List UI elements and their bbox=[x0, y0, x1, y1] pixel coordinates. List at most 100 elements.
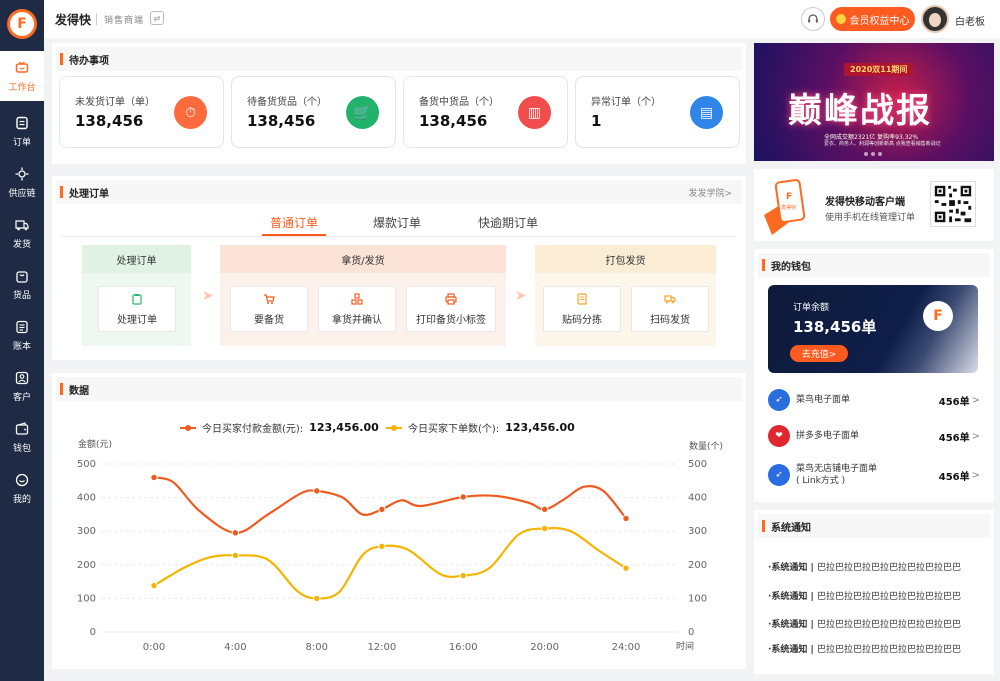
notice-item[interactable]: ·系统通知 | 巴拉巴拉巴拉巴拉巴拉巴拉巴拉巴巴 bbox=[768, 560, 961, 573]
step-label-sort[interactable]: 贴码分拣 bbox=[543, 286, 621, 332]
mobile-client-card[interactable]: F 发得快 发得快移动客户端 使用手机在线管理订单 bbox=[754, 169, 994, 241]
coin-icon bbox=[835, 14, 846, 24]
sidebar-item-label: 供应链 bbox=[8, 188, 36, 199]
data-point bbox=[313, 594, 321, 603]
chevron-right-icon: > bbox=[971, 430, 980, 442]
todo-card-label: 异常订单（个） bbox=[591, 97, 661, 108]
ledger-icon bbox=[14, 319, 30, 335]
help-academy-link[interactable]: 发发学院> bbox=[688, 186, 732, 199]
banner-dot[interactable] bbox=[871, 152, 875, 156]
todo-card-to-stock[interactable]: 待备货货品（个） 138,456 🛒 bbox=[231, 76, 396, 148]
switch-icon[interactable]: ⇄ bbox=[150, 11, 164, 25]
notice-item[interactable]: ·系统通知 | 巴拉巴拉巴拉巴拉巴拉巴拉巴拉巴巴 bbox=[768, 617, 961, 630]
qr-code-icon[interactable] bbox=[930, 181, 976, 227]
notice-title-bar: 系统通知 bbox=[758, 514, 990, 538]
notice-item[interactable]: ·系统通知 | 巴拉巴拉巴拉巴拉巴拉巴拉巴拉巴巴 bbox=[768, 642, 961, 655]
waybill-row-cainiao-link[interactable]: ➶ 菜鸟无店铺电子面单 ( Link方式 ) 456单 > bbox=[768, 460, 980, 490]
waybill-count: 456单 bbox=[938, 396, 970, 408]
x-tick-label: 16:00 bbox=[449, 642, 478, 653]
banner-top-label: 2020双11期间 bbox=[844, 63, 914, 76]
mobile-title: 发得快移动客户端 bbox=[825, 197, 905, 208]
title-accent bbox=[762, 259, 765, 271]
avatar-face bbox=[929, 13, 941, 27]
promo-banner[interactable]: 2020双11期间 巅峰战报 全网成交额2321亿 复购率93.32% 爱衣、商… bbox=[754, 43, 994, 161]
notice-text: 巴拉巴拉巴拉巴拉巴拉巴拉巴拉巴巴 bbox=[816, 592, 961, 602]
step-process-orders[interactable]: 处理订单 bbox=[98, 286, 176, 332]
todo-card-value: 1 bbox=[591, 112, 602, 130]
balance-label: 订单余额 bbox=[793, 303, 830, 313]
customer-service-button[interactable] bbox=[801, 7, 825, 31]
todo-card-label: 备货中货品（个） bbox=[419, 97, 499, 108]
label-icon bbox=[577, 292, 587, 305]
todo-card-label: 未发货订单（单） bbox=[75, 97, 155, 108]
todo-card-value: 138,456 bbox=[75, 112, 144, 130]
sidebar-item-shipping[interactable]: 发货 bbox=[0, 208, 44, 258]
todo-card-stocking[interactable]: 备货中货品（个） 138,456 ▥ bbox=[403, 76, 568, 148]
title-accent bbox=[60, 186, 63, 198]
logo-mark-icon: F bbox=[10, 12, 34, 36]
waybill-row-pinduoduo[interactable]: ❤ 拼多多电子面单 456单 > bbox=[768, 421, 980, 451]
y-tick-label-right: 500 bbox=[688, 459, 707, 470]
brand-logo-icon: F bbox=[923, 301, 953, 331]
printer-icon bbox=[445, 292, 457, 305]
member-benefits-button[interactable]: 会员权益中心 bbox=[830, 7, 915, 31]
sidebar-item-goods[interactable]: 货品 bbox=[0, 259, 44, 309]
sidebar-item-supply-chain[interactable]: 供应链 bbox=[0, 157, 44, 207]
avatar[interactable] bbox=[921, 5, 949, 33]
x-tick-label: 0:00 bbox=[143, 642, 165, 653]
series-line-0 bbox=[153, 476, 627, 534]
sidebar-item-ledger[interactable]: 账本 bbox=[0, 310, 44, 360]
notice-item[interactable]: ·系统通知 | 巴拉巴拉巴拉巴拉巴拉巴拉巴拉巴巴 bbox=[768, 589, 961, 602]
sidebar: F 工作台 订单 供应链 发货 货品 账本 客户 钱包 我的 bbox=[0, 0, 44, 681]
waybill-name: 拼多多电子面单 bbox=[796, 431, 860, 441]
sidebar-item-customers[interactable]: 客户 bbox=[0, 361, 44, 411]
tab-hot-orders[interactable]: 爆款订单 bbox=[373, 214, 421, 231]
sidebar-item-wallet[interactable]: 钱包 bbox=[0, 412, 44, 462]
todo-title: 待办事项 bbox=[69, 55, 109, 67]
step-label: 拿货并确认 bbox=[332, 314, 382, 326]
app-logo[interactable]: F bbox=[7, 9, 37, 39]
step-scan-ship[interactable]: 扫码发货 bbox=[631, 286, 709, 332]
basket-icon: ▥ bbox=[518, 96, 551, 129]
data-panel: 数据 今日买家付款金额(元): 123,456.00 今日买家下单数(个): 1… bbox=[52, 373, 746, 669]
wallet-title-bar: 我的钱包 bbox=[758, 253, 990, 277]
group-title: 处理订单 bbox=[82, 245, 191, 273]
user-name[interactable]: 白老板 bbox=[955, 13, 985, 28]
flow-arrow-icon: ➤ bbox=[515, 288, 527, 304]
pinduoduo-icon: ❤ bbox=[768, 425, 790, 447]
title-accent bbox=[762, 520, 765, 532]
y-tick-label-right: 0 bbox=[688, 627, 694, 638]
notice-prefix: ·系统通知 | bbox=[768, 592, 817, 602]
data-point bbox=[150, 473, 158, 482]
banner-pagination[interactable] bbox=[864, 152, 882, 156]
tab-overdue-orders[interactable]: 快逾期订单 bbox=[478, 214, 538, 231]
truck-icon bbox=[664, 294, 676, 303]
cart-clock-icon: 🛒 bbox=[346, 96, 379, 129]
tv-icon bbox=[14, 60, 30, 76]
step-print-labels[interactable]: 打印备货小标签 bbox=[406, 286, 496, 332]
notice-prefix: ·系统通知 | bbox=[768, 563, 817, 573]
sidebar-item-workbench[interactable]: 工作台 bbox=[0, 51, 44, 101]
banner-line2: 爱衣、商务人、利润等创新新高 点我查看销售新战记 bbox=[824, 141, 941, 147]
step-request-stock[interactable]: 要备货 bbox=[230, 286, 308, 332]
sidebar-item-orders[interactable]: 订单 bbox=[0, 106, 44, 156]
truck-icon bbox=[14, 217, 30, 233]
tab-normal-orders[interactable]: 普通订单 bbox=[270, 214, 318, 231]
banner-dot[interactable] bbox=[878, 152, 882, 156]
step-pickup-confirm[interactable]: 拿货并确认 bbox=[318, 286, 396, 332]
banner-dot[interactable] bbox=[864, 152, 868, 156]
recharge-button[interactable]: 去充值> bbox=[790, 345, 848, 362]
bag-icon bbox=[14, 268, 30, 284]
todo-card-abnormal[interactable]: 异常订单（个） 1 ▤ bbox=[575, 76, 740, 148]
notice-prefix: ·系统通知 | bbox=[768, 620, 817, 630]
sidebar-item-mine[interactable]: 我的 bbox=[0, 463, 44, 513]
data-point bbox=[540, 505, 549, 514]
y-tick-label-right: 300 bbox=[688, 526, 707, 537]
waybill-row-cainiao[interactable]: ➶ 菜鸟电子面单 456单 > bbox=[768, 385, 980, 415]
data-point bbox=[378, 505, 386, 514]
sidebar-item-label: 发货 bbox=[12, 239, 31, 250]
x-tick-label: 20:00 bbox=[530, 642, 559, 653]
x-tick-label: 24:00 bbox=[612, 642, 641, 653]
todo-card-unshipped[interactable]: 未发货订单（单） 138,456 ⏱ bbox=[59, 76, 224, 148]
sidebar-item-label: 我的 bbox=[12, 494, 31, 505]
